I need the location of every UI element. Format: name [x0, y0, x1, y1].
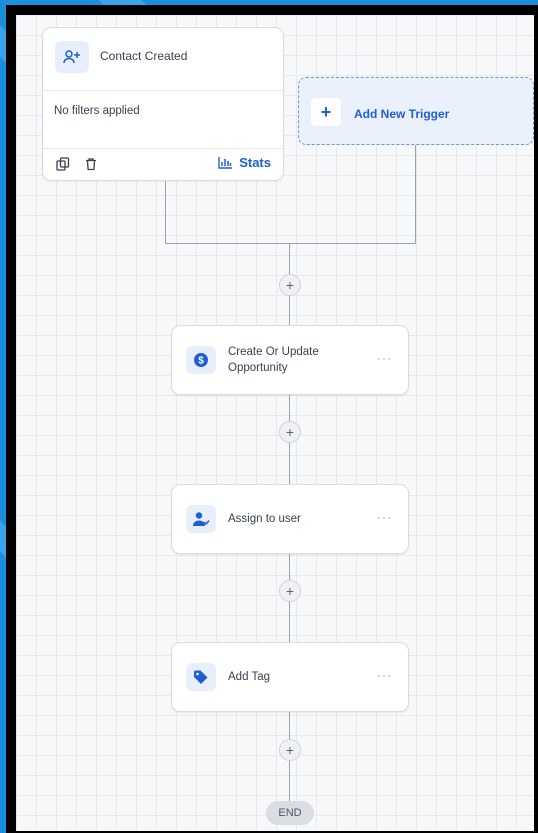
trigger-card[interactable]: Contact Created No filters applied Stats: [42, 27, 284, 181]
trigger-header: Contact Created: [43, 28, 283, 91]
connector-line: [165, 243, 416, 244]
user-assign-icon: [186, 505, 216, 533]
workflow-window: Contact Created No filters applied Stats…: [6, 5, 538, 833]
more-options-icon[interactable]: ···: [377, 510, 392, 524]
user-plus-icon: [55, 41, 89, 73]
dollar-circle-icon: $: [186, 346, 216, 374]
action-card-add-tag[interactable]: Add Tag ···: [171, 642, 409, 712]
bar-chart-icon: [218, 157, 233, 169]
add-trigger-label: Add New Trigger: [354, 107, 450, 121]
trigger-footer: Stats: [43, 148, 283, 181]
trigger-filter-text: No filters applied: [54, 105, 140, 117]
end-node: END: [266, 801, 314, 825]
stats-label: Stats: [239, 155, 271, 170]
add-action-button[interactable]: +: [279, 274, 301, 296]
workflow-canvas[interactable]: Contact Created No filters applied Stats…: [16, 15, 534, 831]
add-action-button[interactable]: +: [279, 739, 301, 761]
connector-line: [165, 179, 166, 243]
stats-button[interactable]: Stats: [218, 155, 271, 170]
action-title-line2: Opportunity: [228, 362, 288, 374]
action-card-assign-to-user[interactable]: Assign to user ···: [171, 484, 409, 554]
trash-icon[interactable]: [83, 156, 99, 172]
trigger-title: Contact Created: [100, 49, 188, 63]
action-title-line1: Create Or Update: [228, 346, 319, 358]
action-title: Assign to user: [228, 513, 301, 525]
svg-text:$: $: [198, 356, 204, 367]
tag-icon: [186, 663, 216, 691]
copy-icon[interactable]: [55, 156, 71, 172]
add-new-trigger-button[interactable]: + Add New Trigger: [298, 77, 534, 145]
add-action-button[interactable]: +: [279, 421, 301, 443]
connector-line: [415, 145, 416, 243]
more-options-icon[interactable]: ···: [377, 351, 392, 365]
action-card-create-update-opportunity[interactable]: $ Create Or Update Opportunity ···: [171, 325, 409, 395]
more-options-icon[interactable]: ···: [377, 668, 392, 682]
action-title: Add Tag: [228, 671, 270, 683]
plus-icon: +: [311, 98, 341, 126]
add-action-button[interactable]: +: [279, 580, 301, 602]
